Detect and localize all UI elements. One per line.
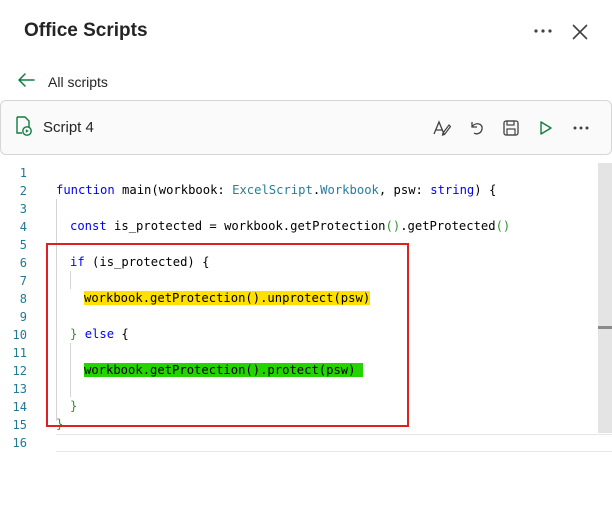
- line-number: 11: [12, 346, 27, 360]
- format-code-icon[interactable]: [431, 117, 453, 139]
- close-icon[interactable]: [568, 20, 592, 44]
- line-number: 3: [19, 202, 27, 216]
- back-link-label: All scripts: [48, 74, 108, 90]
- more-options-icon[interactable]: [530, 20, 558, 42]
- undo-icon[interactable]: [466, 117, 488, 139]
- script-name: Script 4: [43, 119, 94, 136]
- script-more-options-icon[interactable]: [570, 117, 592, 139]
- line-number: 6: [19, 256, 27, 270]
- line-number: 4: [19, 220, 27, 234]
- line-number: 5: [19, 238, 27, 252]
- editor-scrollbar[interactable]: [598, 163, 612, 433]
- line-number: 1: [19, 166, 27, 180]
- script-file-icon: [12, 115, 34, 137]
- line-number: 8: [19, 292, 27, 306]
- code-editor[interactable]: 1 2 3 4 5 6 7 8 9 10 11 12 13 14 15 16 f…: [0, 163, 612, 521]
- line-number: 12: [12, 364, 27, 378]
- line-number: 15: [12, 418, 27, 432]
- run-icon[interactable]: [534, 117, 556, 139]
- back-to-all-scripts-link[interactable]: All scripts: [16, 70, 108, 94]
- save-icon[interactable]: [500, 117, 522, 139]
- annotation-box: [46, 243, 409, 427]
- current-line-highlight: [56, 434, 612, 452]
- task-pane-header: Office Scripts: [0, 0, 612, 62]
- line-number: 9: [19, 310, 27, 324]
- code-line: function main(workbook: ExcelScript.Work…: [56, 183, 497, 197]
- line-number: 7: [19, 274, 27, 288]
- line-number: 16: [12, 436, 27, 450]
- pane-title: Office Scripts: [24, 20, 148, 41]
- code-line: const is_protected = workbook.getProtect…: [70, 219, 511, 233]
- line-number: 2: [19, 184, 27, 198]
- script-toolbar: Script 4: [0, 100, 612, 155]
- back-arrow-icon: [16, 70, 36, 95]
- line-number: 13: [12, 382, 27, 396]
- line-number: 10: [12, 328, 27, 342]
- line-number: 14: [12, 400, 27, 414]
- scrollbar-position-marker: [598, 326, 612, 329]
